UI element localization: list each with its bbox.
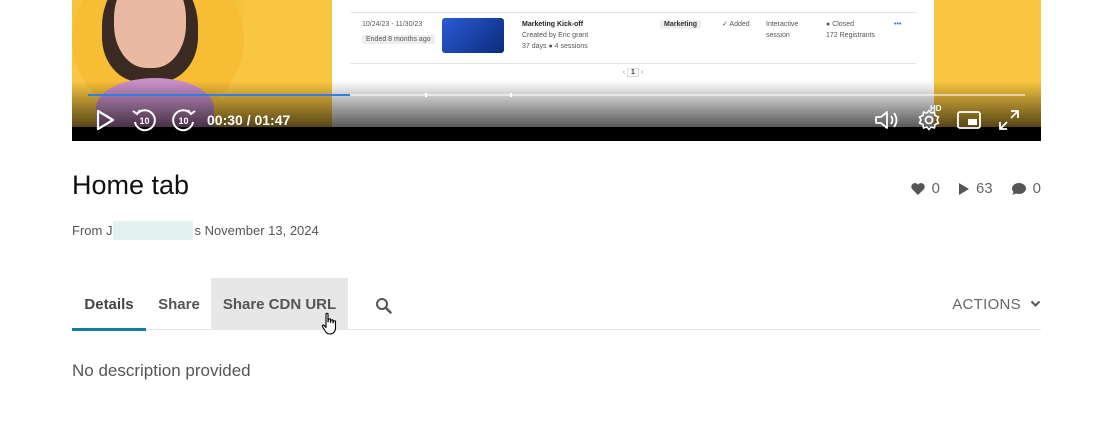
slide-ended-note: Ended 8 months ago: [362, 35, 435, 44]
attribution-date: s November 13, 2024: [194, 223, 319, 238]
slide-pager: ‹ 1 ›: [622, 68, 644, 77]
search-button[interactable]: [372, 294, 394, 316]
slide-registrants: 172 Registrants: [826, 32, 876, 39]
slide-status: Closed: [832, 21, 854, 28]
tab-share[interactable]: Share: [146, 278, 212, 330]
attribution-prefix: From J: [72, 223, 113, 238]
hand-cursor-icon: [321, 312, 337, 335]
actions-label: ACTIONS: [952, 295, 1021, 313]
media-attribution: From J s November 13, 2024: [72, 221, 319, 240]
tab-details-label: Details: [84, 295, 134, 313]
fullscreen-icon: [999, 110, 1019, 130]
slide-session-type-2: session: [766, 32, 790, 39]
play-icon: [96, 109, 115, 131]
slide-category-tag: Marketing: [660, 20, 702, 29]
comments-count: 0: [1032, 180, 1041, 197]
slide-sessions: 4 sessions: [554, 43, 588, 50]
media-stats: 0 63 0: [892, 180, 1041, 197]
media-description: No description provided: [72, 361, 251, 380]
slide-more-icon: •••: [894, 21, 902, 28]
play-button[interactable]: [92, 106, 118, 134]
rewind-seconds: 10: [139, 116, 149, 126]
chapter-marker: [509, 93, 512, 97]
search-icon: [375, 297, 392, 314]
volume-button[interactable]: [872, 106, 904, 134]
comment-icon: [1011, 182, 1026, 195]
picture-in-picture-icon: [957, 111, 981, 129]
volume-icon: [875, 111, 898, 129]
play-count-icon: [958, 182, 969, 195]
fullscreen-button[interactable]: [994, 106, 1024, 134]
hd-badge: HD: [930, 104, 942, 113]
slide-date-range: 10/24/23 - 11/30/23: [362, 21, 423, 28]
slide-event-thumbnail: [442, 18, 504, 53]
rewind-button[interactable]: 10: [129, 106, 159, 134]
tab-share-label: Share: [158, 295, 200, 313]
chevron-down-icon: [1030, 300, 1041, 307]
slide-event-title: Marketing Kick-off: [522, 21, 584, 28]
forward-button[interactable]: 10: [169, 106, 199, 134]
redacted-author: [113, 221, 194, 240]
slide-page-number: 1: [627, 68, 639, 77]
media-tabs: Details Share Share CDN URL ACTIONS: [72, 278, 1041, 331]
plays-stat: 63: [958, 180, 993, 197]
actions-menu[interactable]: ACTIONS: [952, 278, 1041, 330]
heart-icon: [910, 182, 925, 195]
tab-details[interactable]: Details: [72, 278, 146, 331]
tab-share-cdn-label: Share CDN URL: [222, 295, 337, 313]
slide-added: ✓ Added: [722, 21, 750, 28]
media-title: Home tab: [72, 170, 190, 200]
progress-fill: [88, 94, 351, 96]
rewind-10-icon: 10: [132, 109, 156, 132]
comments-stat[interactable]: 0: [1011, 180, 1041, 197]
video-player[interactable]: 10/24/23 - 11/30/23 Ended 8 months ago M…: [72, 0, 1041, 141]
chapter-marker: [425, 93, 428, 97]
plays-count: 63: [975, 180, 993, 197]
slide-session-type: Interactive: [766, 21, 799, 28]
slide-duration: 37 days: [522, 43, 547, 50]
slide-event-row: 10/24/23 - 11/30/23 Ended 8 months ago M…: [350, 12, 916, 64]
likes-count: 0: [931, 180, 940, 197]
slide-created-by: Created by Eric grant: [522, 32, 589, 39]
time-display: 00:30 / 01:47: [207, 112, 291, 128]
forward-seconds: 10: [178, 116, 188, 126]
progress-bar[interactable]: [88, 93, 1025, 97]
likes-stat[interactable]: 0: [910, 180, 940, 197]
picture-in-picture-button[interactable]: [954, 106, 984, 134]
forward-10-icon: 10: [172, 109, 196, 132]
